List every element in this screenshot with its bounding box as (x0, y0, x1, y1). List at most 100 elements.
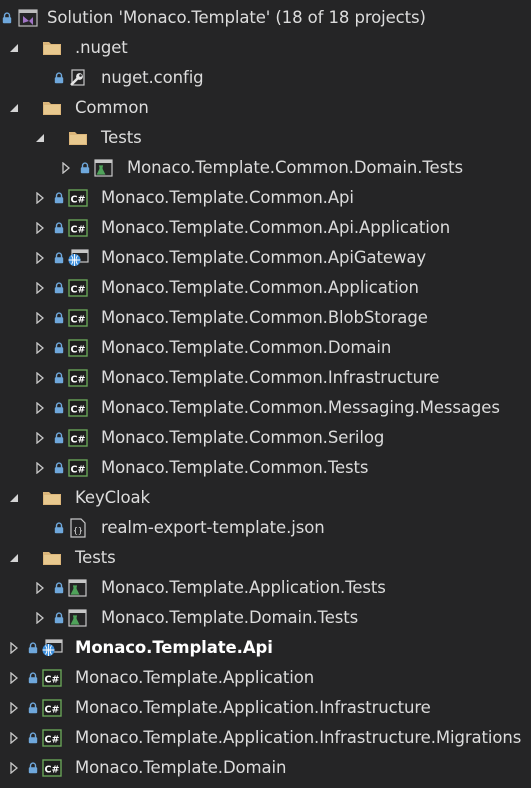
tree-item-monaco-template-common-tests[interactable]: C# Monaco.Template.Common.Tests (0, 453, 531, 483)
tree-item-label: Monaco.Template.Common.Messaging.Message… (101, 398, 500, 417)
lock-icon (1, 3, 13, 33)
csharp-project-icon: C# (67, 333, 89, 363)
test-project-icon (67, 573, 89, 603)
tree-item-monaco-template-application-infrastructure-migrations[interactable]: C# Monaco.Template.Application.Infrastruc… (0, 723, 531, 753)
tree-item-label: Monaco.Template.Common.BlobStorage (101, 308, 428, 327)
tree-item-monaco-template-application-infrastructure[interactable]: C# Monaco.Template.Application.Infrastruc… (0, 693, 531, 723)
test-project-icon (93, 153, 115, 183)
svg-text:C#: C# (71, 285, 86, 296)
collapsed-icon[interactable] (33, 393, 47, 423)
tree-item-label: Monaco.Template.Common.Tests (101, 458, 369, 477)
lock-icon (27, 633, 39, 663)
tree-item-monaco-template-domain-tests[interactable]: Monaco.Template.Domain.Tests (0, 603, 531, 633)
collapsed-icon[interactable] (33, 603, 47, 633)
lock-icon (53, 423, 65, 453)
tree-item-label: nuget.config (101, 68, 204, 87)
collapsed-icon[interactable] (33, 273, 47, 303)
collapsed-icon[interactable] (33, 183, 47, 213)
collapsed-icon[interactable] (33, 453, 47, 483)
tree-item-label: KeyCloak (75, 488, 150, 507)
collapsed-icon[interactable] (59, 153, 73, 183)
collapsed-icon[interactable] (7, 753, 21, 783)
lock-icon (53, 273, 65, 303)
folder-icon (41, 543, 63, 573)
expanded-icon[interactable] (33, 123, 47, 153)
test-project-icon (67, 603, 89, 633)
tree-item-monaco-template-common-application[interactable]: C# Monaco.Template.Common.Application (0, 273, 531, 303)
collapsed-icon[interactable] (33, 363, 47, 393)
lock-icon (27, 723, 39, 753)
tree-item-label: Monaco.Template.Application.Tests (101, 578, 386, 597)
tree-item-monaco-template-common-api-application[interactable]: C# Monaco.Template.Common.Api.Application (0, 213, 531, 243)
csharp-project-icon: C# (67, 393, 89, 423)
expanded-icon[interactable] (7, 483, 21, 513)
tree-item-monaco-template-common-domain-tests[interactable]: Monaco.Template.Common.Domain.Tests (0, 153, 531, 183)
tree-item-nuget[interactable]: .nuget (0, 33, 531, 63)
tree-item-label: Monaco.Template.Common.Api.Application (101, 218, 451, 237)
solution-root[interactable]: Solution 'Monaco.Template' (18 of 18 pro… (0, 3, 531, 33)
tree-item-common[interactable]: Common (0, 93, 531, 123)
collapsed-icon[interactable] (33, 423, 47, 453)
tree-item-nuget-config[interactable]: nuget.config (0, 63, 531, 93)
tree-item-label: Monaco.Template.Common.Domain.Tests (127, 158, 463, 177)
collapsed-icon[interactable] (7, 633, 21, 663)
tree-item-monaco-template-common-domain[interactable]: C# Monaco.Template.Common.Domain (0, 333, 531, 363)
web-project-icon (41, 633, 63, 663)
collapsed-icon[interactable] (33, 303, 47, 333)
tree-item-tests[interactable]: Tests (0, 123, 531, 153)
tree-item-monaco-template-api[interactable]: Monaco.Template.Api (0, 633, 531, 663)
collapsed-icon[interactable] (7, 723, 21, 753)
tree-item-tests[interactable]: Tests (0, 543, 531, 573)
tree-item-monaco-template-application-tests[interactable]: Monaco.Template.Application.Tests (0, 573, 531, 603)
collapsed-icon[interactable] (33, 213, 47, 243)
expanded-icon[interactable] (7, 543, 21, 573)
tree-item-label: Monaco.Template.Application.Infrastructu… (75, 728, 522, 747)
csharp-project-icon: C# (67, 363, 89, 393)
csharp-project-icon: C# (41, 723, 63, 753)
tree-item-label: Monaco.Template.Api (75, 638, 273, 657)
collapsed-icon[interactable] (33, 243, 47, 273)
tree-item-monaco-template-common-serilog[interactable]: C# Monaco.Template.Common.Serilog (0, 423, 531, 453)
tree-item-keycloak[interactable]: KeyCloak (0, 483, 531, 513)
collapsed-icon[interactable] (7, 693, 21, 723)
lock-icon (53, 213, 65, 243)
tree-item-label: Monaco.Template.Domain.Tests (101, 608, 359, 627)
folder-icon (41, 93, 63, 123)
tree-item-monaco-template-application[interactable]: C# Monaco.Template.Application (0, 663, 531, 693)
tree-item-label: Monaco.Template.Application.Infrastructu… (75, 698, 431, 717)
tree-item-label: Monaco.Template.Domain (75, 758, 287, 777)
lock-icon (53, 63, 65, 93)
svg-text:C#: C# (45, 765, 60, 776)
collapsed-icon[interactable] (33, 573, 47, 603)
config-file-icon (67, 63, 89, 93)
tree-item-realm-export-template-json[interactable]: {} realm-export-template.json (0, 513, 531, 543)
tree-item-monaco-template-common-messaging-messages[interactable]: C# Monaco.Template.Common.Messaging.Messa… (0, 393, 531, 423)
svg-text:C#: C# (71, 375, 86, 386)
solution-explorer-tree: Solution 'Monaco.Template' (18 of 18 pro… (0, 0, 531, 788)
svg-text:C#: C# (71, 315, 86, 326)
csharp-project-icon: C# (41, 663, 63, 693)
csharp-project-icon: C# (67, 423, 89, 453)
lock-icon (53, 333, 65, 363)
collapsed-icon[interactable] (33, 333, 47, 363)
tree-item-monaco-template-domain[interactable]: C# Monaco.Template.Domain (0, 753, 531, 783)
tree-item-label: Tests (75, 548, 116, 567)
lock-icon (53, 363, 65, 393)
lock-icon (53, 183, 65, 213)
lock-icon (53, 393, 65, 423)
csharp-project-icon: C# (67, 303, 89, 333)
tree-item-monaco-template-common-infrastructure[interactable]: C# Monaco.Template.Common.Infrastructure (0, 363, 531, 393)
tree-item-label: .nuget (75, 38, 128, 57)
collapsed-icon[interactable] (7, 663, 21, 693)
tree-item-label: Common (75, 98, 149, 117)
folder-icon (67, 123, 89, 153)
tree-item-monaco-template-common-apigateway[interactable]: Monaco.Template.Common.ApiGateway (0, 243, 531, 273)
tree-item-monaco-template-common-api[interactable]: C# Monaco.Template.Common.Api (0, 183, 531, 213)
svg-text:C#: C# (45, 675, 60, 686)
folder-icon (41, 483, 63, 513)
tree-item-label: Monaco.Template.Common.Application (101, 278, 419, 297)
expanded-icon[interactable] (7, 33, 21, 63)
tree-item-monaco-template-common-blobstorage[interactable]: C# Monaco.Template.Common.BlobStorage (0, 303, 531, 333)
svg-text:C#: C# (45, 735, 60, 746)
expanded-icon[interactable] (7, 93, 21, 123)
